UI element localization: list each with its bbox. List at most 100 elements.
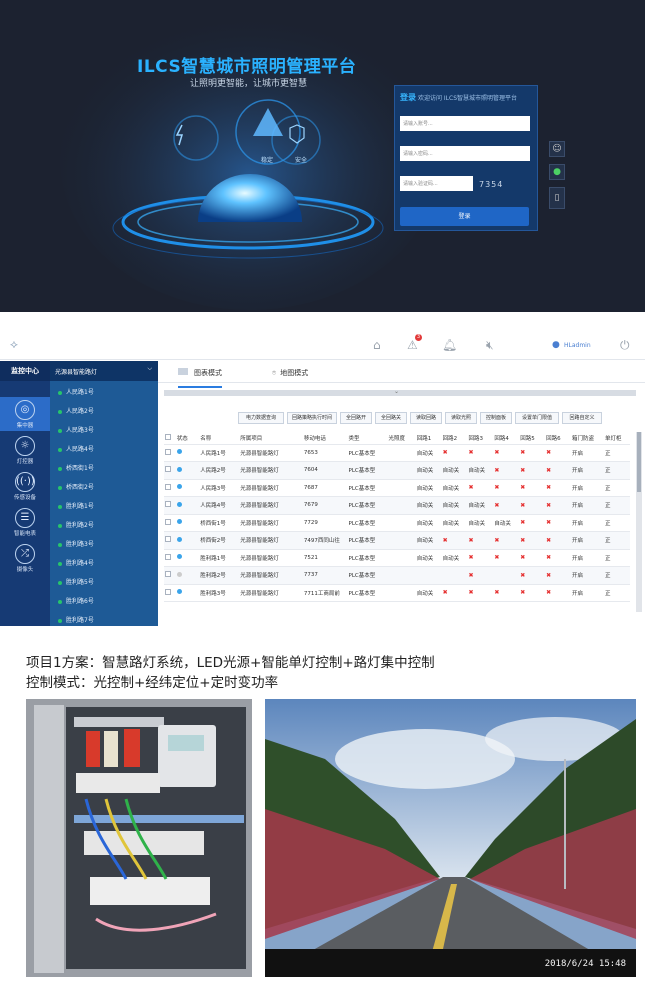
action-button[interactable]: 控制面板 [480,412,512,424]
loop-cell[interactable]: ✖ [493,549,520,567]
action-button[interactable]: 全回路关 [375,412,407,424]
power-icon[interactable]: ⏻ [620,338,630,353]
loop-cell[interactable]: 自动关 [467,514,494,532]
column-header[interactable]: 类型 [347,432,388,445]
column-header[interactable]: 移动电话 [302,432,348,445]
column-header[interactable]: 单灯柜 [603,432,630,445]
column-header[interactable]: 回路3 [467,432,494,445]
checkbox-cell[interactable] [164,584,176,602]
loop-cell[interactable]: 自动关 [415,461,442,480]
tree-node[interactable]: 胜利路4号 [58,558,94,567]
loop-cell[interactable]: 自动关 [415,549,442,567]
tree-node[interactable]: 桥西街2号 [58,482,94,491]
loop-cell[interactable] [415,566,442,585]
home-icon[interactable]: ⌂ [373,338,381,352]
table-row[interactable]: 人民路3号 光源县智能路灯 7687 PLC基本型 自动关 自动关 ✖ ✖ ✖ ✖ 开启正 [164,479,630,497]
column-header[interactable]: 回路4 [493,432,520,445]
table-row[interactable]: 胜利路3号 光源县智能路灯 7711工商局前 PLC基本型 自动关 ✖ ✖ ✖ ✖ ✖ 开启正 [164,584,630,602]
column-header[interactable]: 光照度 [387,432,416,445]
tree-node[interactable]: 胜利路7号 [58,615,94,624]
row-checkbox[interactable] [165,553,171,560]
tab-chart-mode[interactable]: 图表模式 [178,368,222,388]
checkbox-cell[interactable] [164,444,176,462]
loop-cell[interactable]: 自动关 [415,479,442,497]
tree-node[interactable]: 胜利路3号 [58,539,94,548]
table-scrollbar[interactable] [636,432,642,612]
tree-node[interactable]: 桥西街1号 [58,463,94,472]
loop-cell[interactable]: ✖ [467,584,494,602]
checkbox-cell[interactable] [164,479,176,497]
row-checkbox[interactable] [165,536,171,543]
tree-node[interactable]: 人民路1号 [58,387,94,396]
password-input[interactable]: 请输入密码... [400,146,530,161]
loop-cell[interactable]: ✖ [519,461,546,480]
loop-cell[interactable]: ✖ [493,531,520,550]
loop-cell[interactable]: 自动关 [415,584,442,602]
checkbox-cell[interactable] [164,514,176,532]
qq-icon[interactable]: ☺ [549,141,565,157]
column-header[interactable]: 回路5 [519,432,546,445]
loop-cell[interactable]: ✖ [441,444,468,462]
action-button[interactable]: 回路策略执行时间 [287,412,337,424]
phone-icon[interactable]: ▯ [549,187,565,209]
captcha-input[interactable]: 请输入验证码... [400,176,473,191]
loop-cell[interactable]: ✖ [519,531,546,550]
action-button[interactable]: 全回路开 [340,412,372,424]
column-header[interactable]: 回路1 [415,432,442,445]
sidebar-item-concentrator[interactable]: ◎ 集中器 [0,397,50,431]
loop-cell[interactable]: 自动关 [415,514,442,532]
panel-collapse-bar[interactable]: ⌄ [164,388,636,396]
loop-cell[interactable]: 自动关 [415,496,442,515]
loop-cell[interactable]: 自动关 [441,496,468,515]
loop-cell[interactable]: ✖ [545,584,572,602]
loop-cell[interactable]: ✖ [493,461,520,480]
table-row[interactable]: 人民路2号 光源县智能路灯 7604 PLC基本型 自动关 自动关 自动关 ✖ ✖ ✖ 开启正 [164,461,630,480]
checkbox-cell[interactable] [164,496,176,515]
table-row[interactable]: 桥西街1号 光源县智能路灯 7729 PLC基本型 自动关 自动关 自动关 自动关 ✖ ✖ 开启正 [164,514,630,532]
row-checkbox[interactable] [165,571,171,578]
loop-cell[interactable] [493,566,520,585]
loop-cell[interactable]: ✖ [545,444,572,462]
loop-cell[interactable]: ✖ [441,531,468,550]
action-button[interactable]: 回路自定义 [562,412,602,424]
loop-cell[interactable]: ✖ [467,444,494,462]
loop-cell[interactable]: 自动关 [467,496,494,515]
row-checkbox[interactable] [165,501,171,508]
column-header[interactable]: 名称 [199,432,240,445]
scrollbar-thumb[interactable] [637,432,641,492]
tree-node[interactable]: 胜利路6号 [58,596,94,605]
checkbox-cell[interactable] [164,549,176,567]
loop-cell[interactable]: ✖ [467,566,494,585]
account-input[interactable]: 请输入账号... [400,116,530,131]
row-checkbox[interactable] [165,448,171,455]
table-row[interactable]: 人民路4号 光源县智能路灯 7679 PLC基本型 自动关 自动关 自动关 ✖ ✖ ✖ 开启正 [164,496,630,515]
loop-cell[interactable]: ✖ [545,496,572,515]
loop-cell[interactable]: ✖ [519,479,546,497]
tree-node[interactable]: 人民路4号 [58,444,94,453]
action-button[interactable]: 读取回路 [410,412,442,424]
sidebar-item-camera[interactable]: ⤮ 摄像头 [0,541,50,575]
loop-cell[interactable]: ✖ [493,479,520,497]
loop-cell[interactable] [441,566,468,585]
select-all-checkbox[interactable] [165,433,171,440]
sidebar-item-meter[interactable]: ☰ 智能电表 [0,505,50,539]
column-header[interactable]: 所属项目 [239,432,303,445]
row-checkbox[interactable] [165,518,171,525]
table-row[interactable]: 胜利路2号 光源县智能路灯 7737 PLC基本型 ✖ ✖ ✖ 开启正 [164,566,630,585]
captcha-code[interactable]: 7354 [479,180,503,189]
column-header[interactable]: 回路2 [441,432,468,445]
loop-cell[interactable]: ✖ [545,479,572,497]
bell-icon[interactable]: 🔔︎ [442,338,457,352]
loop-cell[interactable]: ✖ [441,584,468,602]
loop-cell[interactable]: ✖ [545,549,572,567]
loop-cell[interactable]: ✖ [467,531,494,550]
loop-cell[interactable]: ✖ [519,566,546,585]
action-button[interactable]: 读取光照 [445,412,477,424]
loop-cell[interactable]: ✖ [493,584,520,602]
column-header[interactable]: 回路6 [545,432,572,445]
checkbox-cell[interactable] [164,461,176,480]
loop-cell[interactable]: 自动关 [441,461,468,480]
loop-cell[interactable]: ✖ [545,514,572,532]
checkbox-cell[interactable] [164,531,176,550]
loop-cell[interactable]: ✖ [519,514,546,532]
